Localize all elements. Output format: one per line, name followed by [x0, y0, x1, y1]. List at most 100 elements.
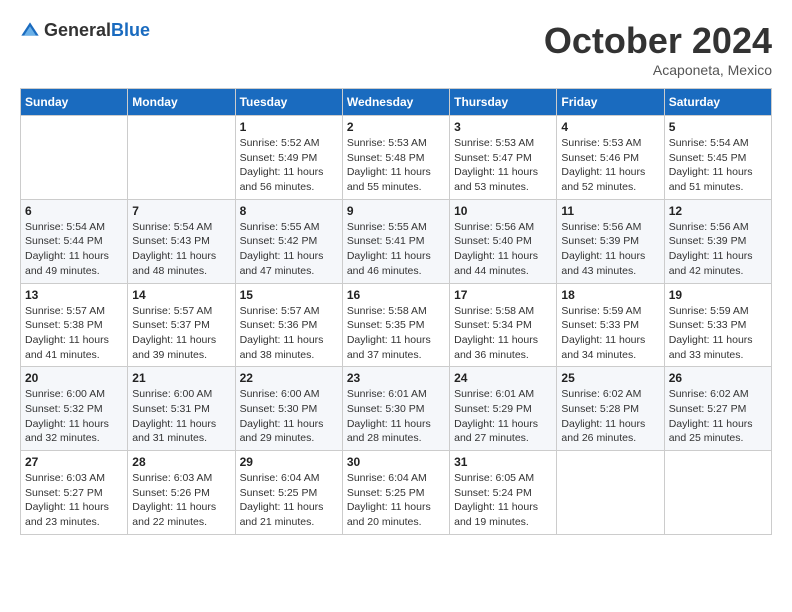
- day-number: 8: [240, 204, 338, 218]
- day-info: Sunrise: 6:01 AMSunset: 5:29 PMDaylight:…: [454, 387, 552, 446]
- table-row: 17 Sunrise: 5:58 AMSunset: 5:34 PMDayligh…: [450, 283, 557, 367]
- day-info: Sunrise: 5:55 AMSunset: 5:41 PMDaylight:…: [347, 220, 445, 279]
- day-info: Sunrise: 6:00 AMSunset: 5:30 PMDaylight:…: [240, 387, 338, 446]
- day-info: Sunrise: 5:53 AMSunset: 5:48 PMDaylight:…: [347, 136, 445, 195]
- col-saturday: Saturday: [664, 89, 771, 116]
- col-wednesday: Wednesday: [342, 89, 449, 116]
- calendar-header-row: Sunday Monday Tuesday Wednesday Thursday…: [21, 89, 772, 116]
- col-sunday: Sunday: [21, 89, 128, 116]
- table-row: [557, 451, 664, 535]
- table-row: 27 Sunrise: 6:03 AMSunset: 5:27 PMDayligh…: [21, 451, 128, 535]
- table-row: 18 Sunrise: 5:59 AMSunset: 5:33 PMDayligh…: [557, 283, 664, 367]
- day-number: 1: [240, 120, 338, 134]
- day-info: Sunrise: 6:01 AMSunset: 5:30 PMDaylight:…: [347, 387, 445, 446]
- table-row: 15Sunrise: 5:57 AMSunset: 5:36 PMDayligh…: [235, 283, 342, 367]
- table-row: 13Sunrise: 5:57 AMSunset: 5:38 PMDayligh…: [21, 283, 128, 367]
- table-row: [128, 116, 235, 200]
- table-row: 2 Sunrise: 5:53 AMSunset: 5:48 PMDaylight…: [342, 116, 449, 200]
- day-info: Sunrise: 5:57 AMSunset: 5:37 PMDaylight:…: [132, 304, 230, 363]
- day-number: 5: [669, 120, 767, 134]
- day-number: 20: [25, 371, 123, 385]
- day-number: 21: [132, 371, 230, 385]
- day-number: 7: [132, 204, 230, 218]
- title-block: October 2024 Acaponeta, Mexico: [544, 20, 772, 78]
- table-row: 5Sunrise: 5:54 AMSunset: 5:45 PMDaylight…: [664, 116, 771, 200]
- day-number: 31: [454, 455, 552, 469]
- table-row: 24 Sunrise: 6:01 AMSunset: 5:29 PMDayligh…: [450, 367, 557, 451]
- day-info: Sunrise: 5:56 AMSunset: 5:39 PMDaylight:…: [669, 220, 767, 279]
- day-number: 15: [240, 288, 338, 302]
- table-row: 22Sunrise: 6:00 AMSunset: 5:30 PMDayligh…: [235, 367, 342, 451]
- day-number: 13: [25, 288, 123, 302]
- table-row: [664, 451, 771, 535]
- table-row: 30 Sunrise: 6:04 AMSunset: 5:25 PMDayligh…: [342, 451, 449, 535]
- calendar-week-row: 13Sunrise: 5:57 AMSunset: 5:38 PMDayligh…: [21, 283, 772, 367]
- calendar-week-row: 1 Sunrise: 5:52 AMSunset: 5:49 PMDaylight…: [21, 116, 772, 200]
- day-info: Sunrise: 5:56 AMSunset: 5:39 PMDaylight:…: [561, 220, 659, 279]
- table-row: 19 Sunrise: 5:59 AMSunset: 5:33 PMDayligh…: [664, 283, 771, 367]
- table-row: 14 Sunrise: 5:57 AMSunset: 5:37 PMDayligh…: [128, 283, 235, 367]
- day-info: Sunrise: 6:05 AMSunset: 5:24 PMDaylight:…: [454, 471, 552, 530]
- day-info: Sunrise: 6:00 AMSunset: 5:31 PMDaylight:…: [132, 387, 230, 446]
- page-header: GeneralBlue October 2024 Acaponeta, Mexi…: [20, 20, 772, 78]
- table-row: 7Sunrise: 5:54 AMSunset: 5:43 PMDaylight…: [128, 199, 235, 283]
- day-number: 12: [669, 204, 767, 218]
- day-info: Sunrise: 6:04 AMSunset: 5:25 PMDaylight:…: [240, 471, 338, 530]
- logo: GeneralBlue: [20, 20, 150, 41]
- table-row: 29 Sunrise: 6:04 AMSunset: 5:25 PMDayligh…: [235, 451, 342, 535]
- table-row: 31 Sunrise: 6:05 AMSunset: 5:24 PMDayligh…: [450, 451, 557, 535]
- day-info: Sunrise: 6:04 AMSunset: 5:25 PMDaylight:…: [347, 471, 445, 530]
- day-number: 26: [669, 371, 767, 385]
- day-number: 6: [25, 204, 123, 218]
- day-number: 30: [347, 455, 445, 469]
- calendar-week-row: 27 Sunrise: 6:03 AMSunset: 5:27 PMDayligh…: [21, 451, 772, 535]
- calendar-week-row: 6 Sunrise: 5:54 AMSunset: 5:44 PMDaylight…: [21, 199, 772, 283]
- day-info: Sunrise: 5:55 AMSunset: 5:42 PMDaylight:…: [240, 220, 338, 279]
- day-info: Sunrise: 6:03 AMSunset: 5:26 PMDaylight:…: [132, 471, 230, 530]
- col-friday: Friday: [557, 89, 664, 116]
- col-thursday: Thursday: [450, 89, 557, 116]
- table-row: 21 Sunrise: 6:00 AMSunset: 5:31 PMDayligh…: [128, 367, 235, 451]
- logo-general: GeneralBlue: [44, 20, 150, 41]
- table-row: 6 Sunrise: 5:54 AMSunset: 5:44 PMDaylight…: [21, 199, 128, 283]
- col-tuesday: Tuesday: [235, 89, 342, 116]
- day-info: Sunrise: 5:54 AMSunset: 5:44 PMDaylight:…: [25, 220, 123, 279]
- day-info: Sunrise: 5:58 AMSunset: 5:34 PMDaylight:…: [454, 304, 552, 363]
- table-row: 3 Sunrise: 5:53 AMSunset: 5:47 PMDaylight…: [450, 116, 557, 200]
- day-number: 14: [132, 288, 230, 302]
- day-number: 29: [240, 455, 338, 469]
- day-info: Sunrise: 5:53 AMSunset: 5:47 PMDaylight:…: [454, 136, 552, 195]
- day-info: Sunrise: 5:56 AMSunset: 5:40 PMDaylight:…: [454, 220, 552, 279]
- day-number: 18: [561, 288, 659, 302]
- day-number: 24: [454, 371, 552, 385]
- day-number: 11: [561, 204, 659, 218]
- table-row: 11 Sunrise: 5:56 AMSunset: 5:39 PMDayligh…: [557, 199, 664, 283]
- day-number: 27: [25, 455, 123, 469]
- day-number: 23: [347, 371, 445, 385]
- table-row: 28Sunrise: 6:03 AMSunset: 5:26 PMDayligh…: [128, 451, 235, 535]
- table-row: 25Sunrise: 6:02 AMSunset: 5:28 PMDayligh…: [557, 367, 664, 451]
- day-number: 19: [669, 288, 767, 302]
- day-info: Sunrise: 6:02 AMSunset: 5:28 PMDaylight:…: [561, 387, 659, 446]
- day-number: 9: [347, 204, 445, 218]
- table-row: 12 Sunrise: 5:56 AMSunset: 5:39 PMDayligh…: [664, 199, 771, 283]
- day-number: 4: [561, 120, 659, 134]
- day-number: 17: [454, 288, 552, 302]
- month-title: October 2024: [544, 20, 772, 62]
- day-info: Sunrise: 6:02 AMSunset: 5:27 PMDaylight:…: [669, 387, 767, 446]
- day-info: Sunrise: 5:53 AMSunset: 5:46 PMDaylight:…: [561, 136, 659, 195]
- logo-icon: [20, 21, 40, 41]
- day-info: Sunrise: 5:52 AMSunset: 5:49 PMDaylight:…: [240, 136, 338, 195]
- table-row: 16Sunrise: 5:58 AMSunset: 5:35 PMDayligh…: [342, 283, 449, 367]
- day-number: 16: [347, 288, 445, 302]
- day-info: Sunrise: 5:59 AMSunset: 5:33 PMDaylight:…: [561, 304, 659, 363]
- day-number: 3: [454, 120, 552, 134]
- table-row: [21, 116, 128, 200]
- calendar-week-row: 20Sunrise: 6:00 AMSunset: 5:32 PMDayligh…: [21, 367, 772, 451]
- day-info: Sunrise: 5:59 AMSunset: 5:33 PMDaylight:…: [669, 304, 767, 363]
- table-row: 1 Sunrise: 5:52 AMSunset: 5:49 PMDaylight…: [235, 116, 342, 200]
- day-info: Sunrise: 6:03 AMSunset: 5:27 PMDaylight:…: [25, 471, 123, 530]
- table-row: 10Sunrise: 5:56 AMSunset: 5:40 PMDayligh…: [450, 199, 557, 283]
- table-row: 23 Sunrise: 6:01 AMSunset: 5:30 PMDayligh…: [342, 367, 449, 451]
- day-number: 2: [347, 120, 445, 134]
